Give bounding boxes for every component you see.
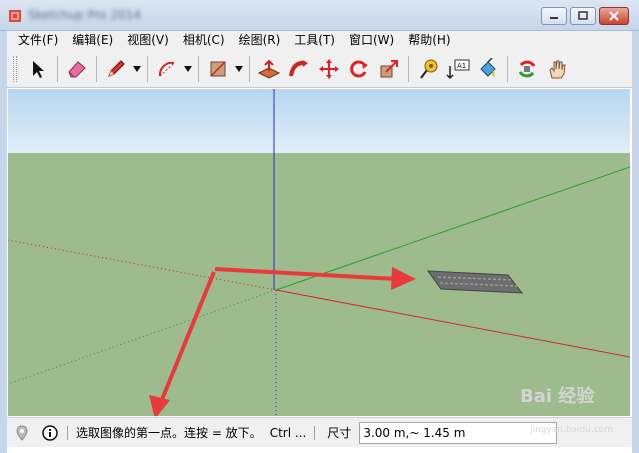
sketchup-logo-icon xyxy=(9,10,21,22)
instructor-info-icon[interactable] xyxy=(41,424,59,442)
toolbar-separator xyxy=(147,55,148,82)
ground xyxy=(8,153,630,416)
toolbar-separator xyxy=(408,55,409,82)
window-frame-right xyxy=(632,31,639,453)
toolbar-separator xyxy=(507,55,508,82)
move-tool-button[interactable] xyxy=(314,54,344,84)
orbit-tool-button[interactable] xyxy=(512,54,542,84)
rectangle-icon xyxy=(210,60,226,77)
status-hint: 选取图像的第一点。连按 = 放下。 xyxy=(76,426,262,440)
scene-canvas[interactable] xyxy=(8,89,630,416)
status-separator xyxy=(67,425,68,440)
menu-bar: 文件(F) 编辑(E) 视图(V) 相机(C) 绘图(R) 工具(T) 窗口(W… xyxy=(7,31,632,50)
status-ctrl-hint: Ctrl ... xyxy=(269,425,307,440)
main-toolbar: A1 xyxy=(7,50,632,88)
menu-tools[interactable]: 工具(T) xyxy=(287,31,342,50)
scale-tool-button[interactable] xyxy=(374,54,404,84)
menu-help[interactable]: 帮助(H) xyxy=(401,31,457,50)
model-viewport[interactable] xyxy=(8,89,630,416)
follow-me-tool-button[interactable] xyxy=(284,54,314,84)
chevron-down-icon xyxy=(133,65,141,72)
geo-location-icon[interactable] xyxy=(13,424,31,442)
select-tool-button[interactable] xyxy=(23,54,53,84)
follow-me-icon xyxy=(289,59,308,76)
status-separator xyxy=(314,425,316,440)
eraser-icon xyxy=(68,60,86,77)
sky xyxy=(8,89,630,153)
toolbar-separator xyxy=(198,55,199,82)
menu-edit[interactable]: 编辑(E) xyxy=(65,31,120,50)
arrow-cursor-icon xyxy=(33,60,44,78)
push-pull-tool-button[interactable] xyxy=(254,54,284,84)
arc-tool-button[interactable] xyxy=(152,54,182,84)
measurements-label: 尺寸 xyxy=(327,426,352,440)
arc-icon xyxy=(158,61,175,76)
move-icon xyxy=(319,58,339,79)
hand-icon xyxy=(549,60,566,78)
toolbar-separator xyxy=(249,55,250,82)
toolbar-separator xyxy=(57,55,58,82)
pencil-icon xyxy=(108,59,125,77)
close-icon xyxy=(609,11,619,21)
toolbar-grip[interactable] xyxy=(13,55,17,82)
menu-camera[interactable]: 相机(C) xyxy=(176,31,232,50)
minimize-icon xyxy=(550,17,558,19)
eraser-tool-button[interactable] xyxy=(62,54,92,84)
paint-bucket-tool-button[interactable] xyxy=(473,54,503,84)
menu-window[interactable]: 窗口(W) xyxy=(342,31,401,50)
tape-measure-icon xyxy=(420,59,438,79)
text-label-icon: A1 xyxy=(446,59,470,79)
rotate-icon xyxy=(350,60,368,77)
chevron-down-icon xyxy=(235,65,243,72)
chevron-down-icon xyxy=(184,65,192,72)
push-pull-icon xyxy=(257,59,281,79)
pencil-dropdown-button[interactable] xyxy=(131,54,143,84)
orbit-icon xyxy=(518,60,536,77)
menu-file[interactable]: 文件(F) xyxy=(11,31,65,50)
window-frame-left xyxy=(0,31,7,453)
menu-view[interactable]: 视图(V) xyxy=(120,31,176,50)
title-bar: Sketchup Pro 2014 xyxy=(0,0,639,31)
pan-tool-button[interactable] xyxy=(542,54,572,84)
scale-icon xyxy=(380,59,398,77)
pencil-line-tool-button[interactable] xyxy=(101,54,131,84)
measurements-input[interactable]: 3.00 m,~ 1.45 m xyxy=(359,421,558,444)
paint-bucket-icon xyxy=(480,57,496,77)
rotate-tool-button[interactable] xyxy=(344,54,374,84)
rectangle-dropdown-button[interactable] xyxy=(233,54,245,84)
minimize-button[interactable] xyxy=(541,7,567,25)
svg-text:A1: A1 xyxy=(457,62,466,70)
status-bar: 选取图像的第一点。连按 = 放下。 Ctrl ... 尺寸 3.00 m,~ 1… xyxy=(7,417,632,447)
tape-measure-tool-button[interactable] xyxy=(413,54,443,84)
maximize-icon xyxy=(578,11,588,20)
toolbar-separator xyxy=(96,55,97,82)
arc-dropdown-button[interactable] xyxy=(182,54,194,84)
window-controls xyxy=(541,7,629,25)
text-tool-button[interactable]: A1 xyxy=(443,54,473,84)
rectangle-tool-button[interactable] xyxy=(203,54,233,84)
close-button[interactable] xyxy=(599,7,629,25)
maximize-button[interactable] xyxy=(570,7,596,25)
window-title: Sketchup Pro 2014 xyxy=(28,8,141,22)
menu-draw[interactable]: 绘图(R) xyxy=(232,31,288,50)
